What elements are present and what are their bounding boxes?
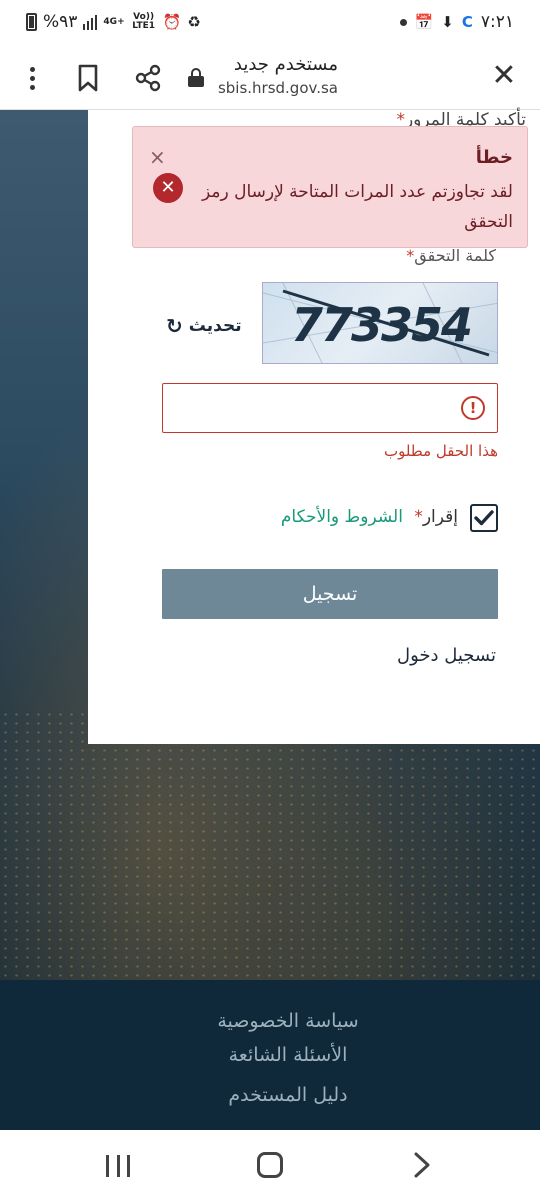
footer-link-faq[interactable]: الأسئلة الشائعة <box>0 1044 540 1066</box>
status-left: %٩٣ 4G+ Vo)) LTE1 ⏰ ♻ <box>26 12 201 32</box>
field-required-error: هذا الحقل مطلوب <box>383 442 498 460</box>
app-c-icon: C <box>461 13 473 31</box>
network-label: Vo)) LTE1 <box>132 12 156 31</box>
share-icon[interactable] <box>132 62 164 94</box>
url-text: sbis.hrsd.gov.sa <box>217 79 338 97</box>
close-icon[interactable]: ✕ <box>486 58 522 94</box>
footer: سياسة الخصوصية الأسئلة الشائعة دليل المس… <box>0 980 540 1130</box>
error-x-icon: ✕ <box>153 173 183 203</box>
browser-toolbar: ✕ مستخدم جديد sbis.hrsd.gov.sa <box>0 44 540 110</box>
calendar-icon: 📅 <box>414 13 434 31</box>
refresh-label: تحديث <box>188 316 242 336</box>
captcha-image: 773354 <box>262 282 498 364</box>
network-type: 4G+ <box>103 16 125 27</box>
captcha-label: كلمة التحقق* <box>406 246 496 265</box>
browser-title-block: مستخدم جديد sbis.hrsd.gov.sa <box>218 54 338 97</box>
recycle-icon: ♻ <box>187 13 201 31</box>
terms-checkbox[interactable] <box>470 504 498 532</box>
signal-icon <box>83 14 98 30</box>
captcha-input[interactable]: ! <box>162 383 498 433</box>
page-title: مستخدم جديد <box>233 54 338 75</box>
battery-icon <box>26 13 37 31</box>
checkmark-icon <box>474 510 494 526</box>
login-link[interactable]: تسجيل دخول <box>397 645 496 666</box>
back-chevron-icon[interactable] <box>410 1150 434 1180</box>
refresh-icon: ↻ <box>166 314 183 338</box>
alert-circle-icon: ! <box>461 396 485 420</box>
terms-prefix: إقرار <box>422 507 458 527</box>
status-right: 📅 ⬇ C ٧:٢١ <box>399 12 514 32</box>
battery-percent: %٩٣ <box>43 12 78 32</box>
error-toast: خطأ × لقد تجاوزتم عدد المرات المتاحة لإر… <box>132 126 528 248</box>
system-nav-bar <box>0 1130 540 1200</box>
status-bar: %٩٣ 4G+ Vo)) LTE1 ⏰ ♻ 📅 ⬇ C ٧:٢١ <box>0 0 540 44</box>
refresh-captcha-button[interactable]: تحديث ↻ <box>166 314 242 338</box>
toast-message: لقد تجاوزتم عدد المرات المتاحة لإرسال رم… <box>202 182 513 232</box>
register-button[interactable]: تسجيل <box>162 569 498 619</box>
download-icon: ⬇ <box>441 13 454 31</box>
captcha-text: 773354 <box>291 298 471 352</box>
lock-icon <box>188 68 204 87</box>
clock-time: ٧:٢١ <box>480 12 514 32</box>
home-icon[interactable] <box>257 1152 283 1178</box>
terms-label: إقرار* الشروط والأحكام <box>280 507 458 527</box>
footer-link-privacy[interactable]: سياسة الخصوصية <box>0 1010 540 1032</box>
close-toast-icon[interactable]: × <box>149 145 166 169</box>
more-menu-icon[interactable] <box>16 62 48 94</box>
toast-title: خطأ <box>475 147 513 168</box>
terms-link[interactable]: الشروط والأحكام <box>281 507 403 527</box>
bookmark-icon[interactable] <box>72 62 104 94</box>
recents-icon[interactable] <box>106 1155 130 1177</box>
alarm-icon: ⏰ <box>162 13 182 31</box>
notification-dot-icon <box>399 18 407 26</box>
footer-link-user-guide[interactable]: دليل المستخدم <box>0 1084 540 1106</box>
